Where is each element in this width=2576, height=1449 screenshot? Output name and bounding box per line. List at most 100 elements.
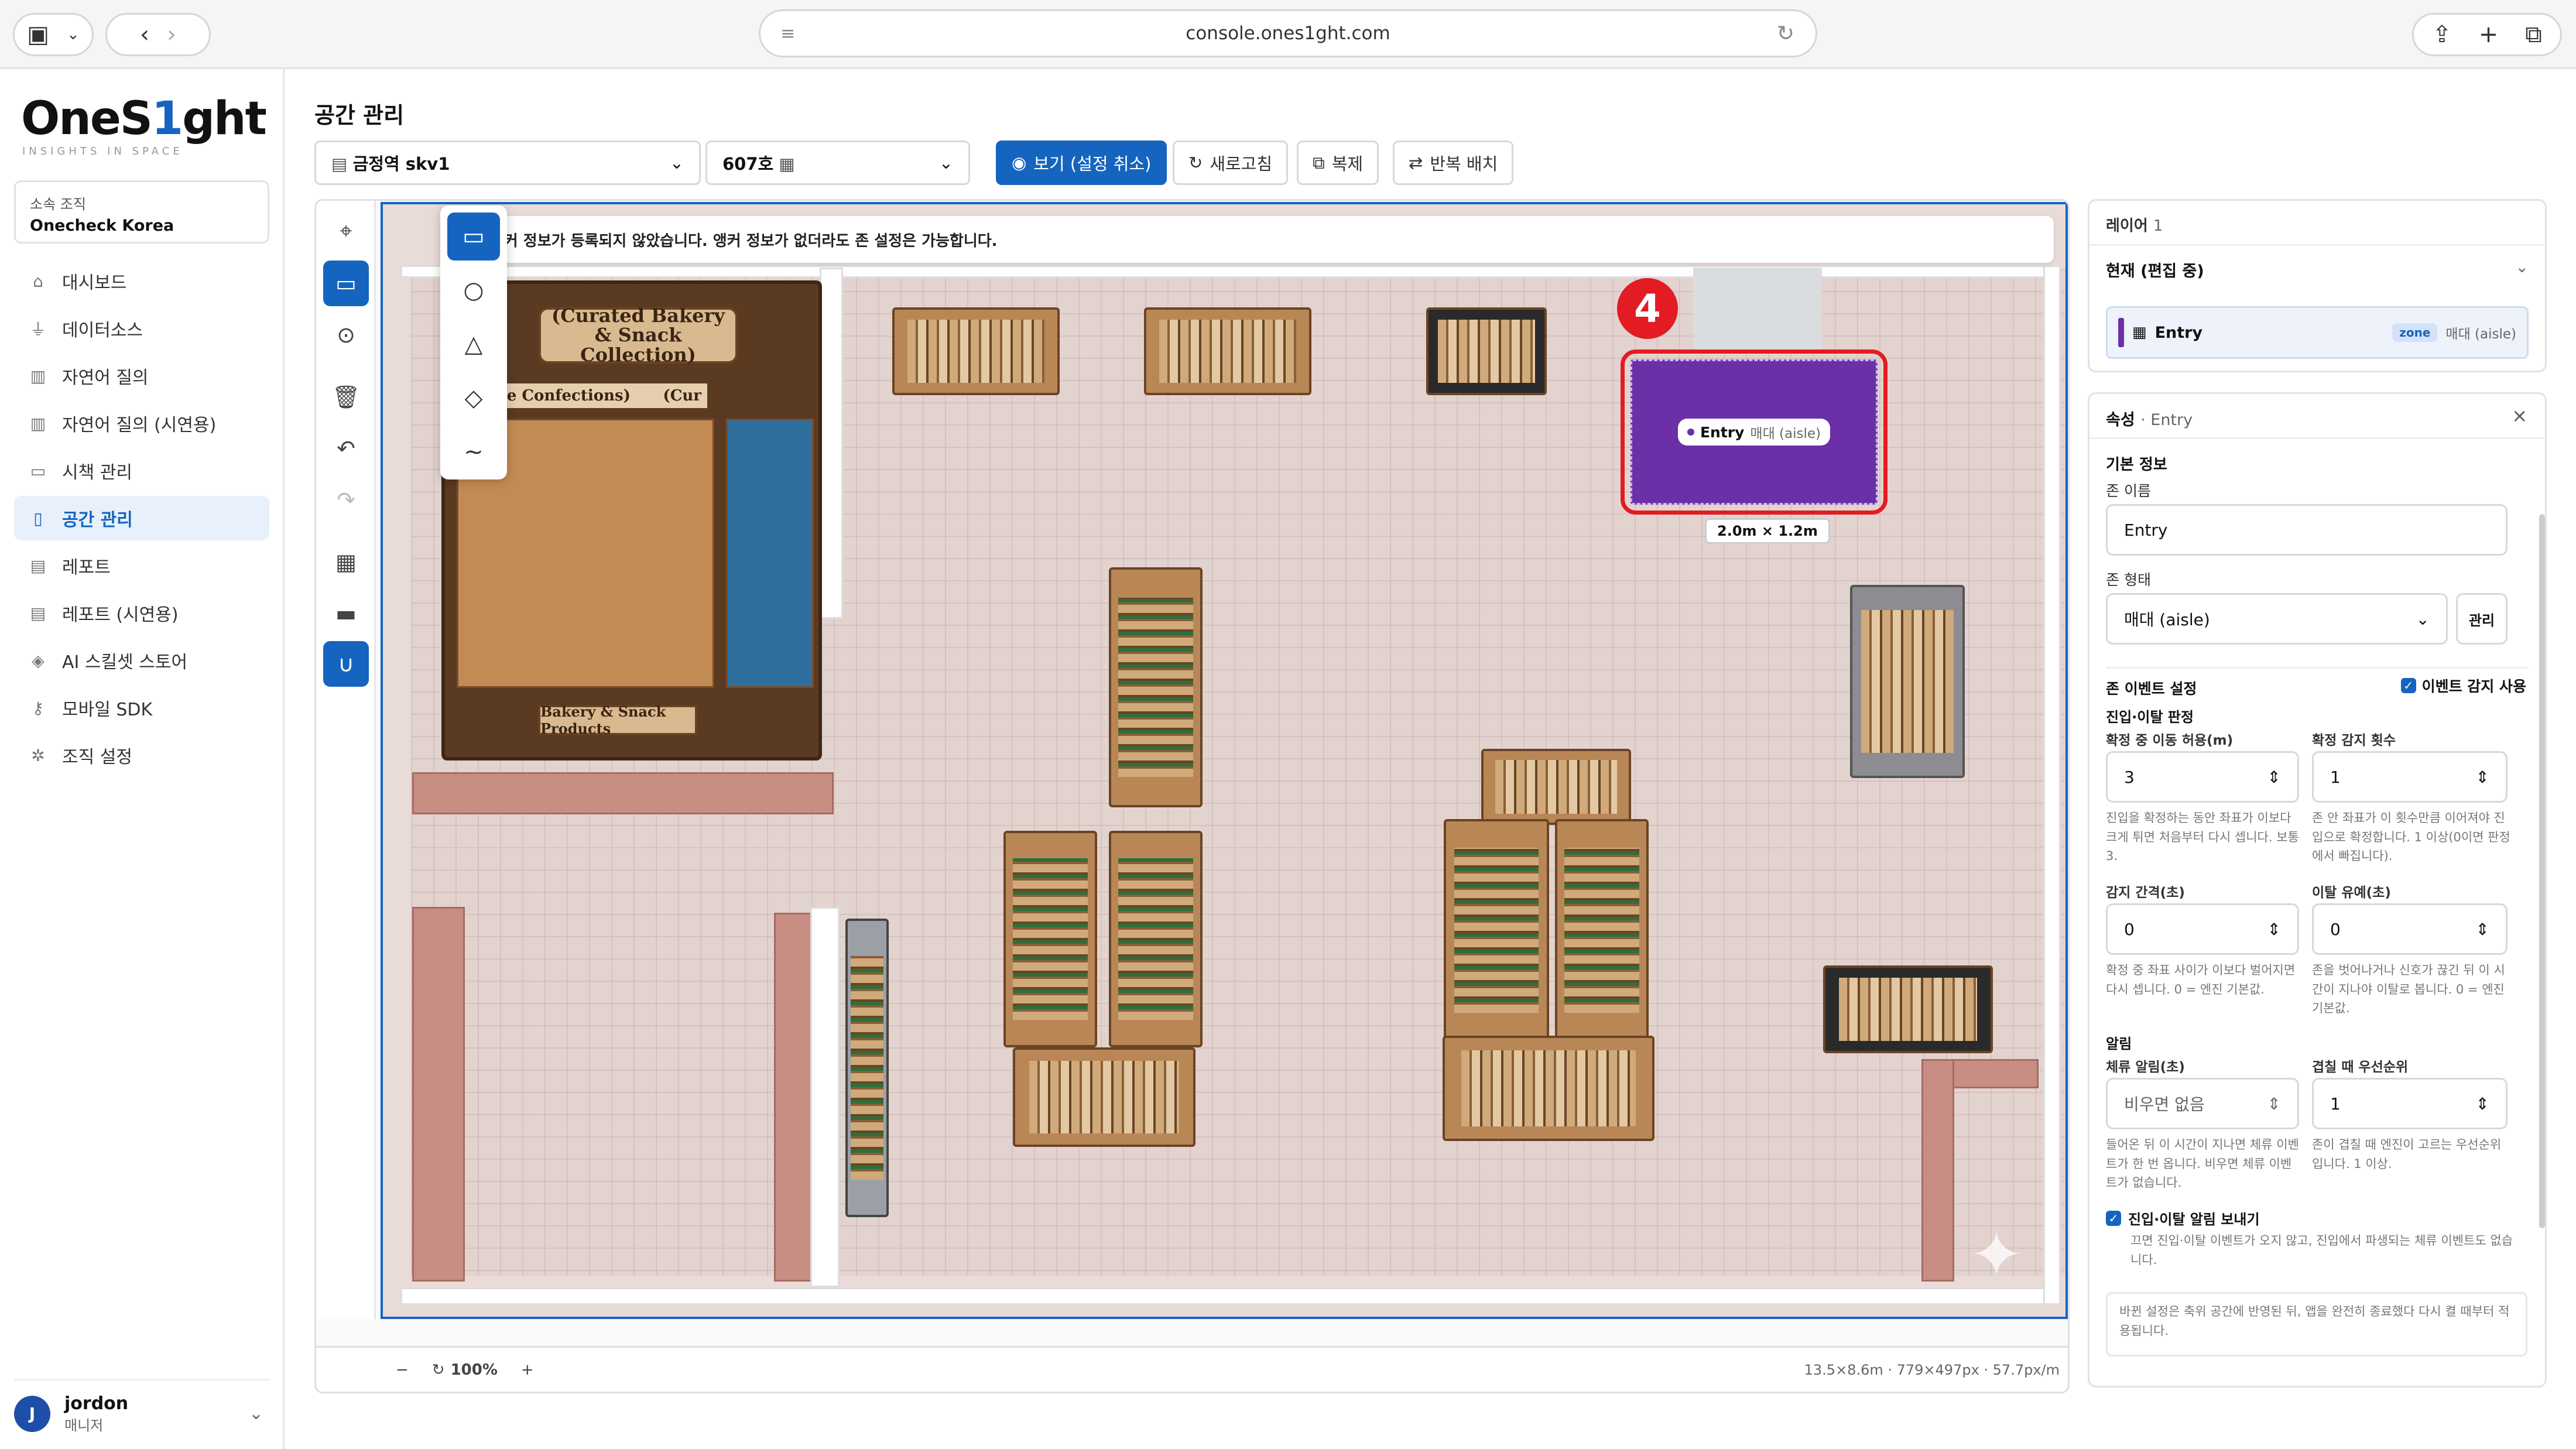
sidebar-item-8[interactable]: ▤ 레포트 (시연용) <box>14 591 269 635</box>
interval-stepper[interactable]: 0 ⇕ <box>2106 903 2299 955</box>
brand-logo[interactable]: OneS1ght <box>21 93 267 145</box>
redo-button[interactable]: ↷ <box>323 477 369 523</box>
circle-shape-button[interactable]: ○ <box>447 266 500 314</box>
stepper-icon: ⇕ <box>2267 919 2281 939</box>
address-bar[interactable]: ≡ console.ones1ght.com ↻ <box>759 9 1817 57</box>
view-cancel-button[interactable]: ◉ 보기 (설정 취소) <box>996 141 1167 185</box>
sidebar-item-10[interactable]: ⚷ 모바일 SDK <box>14 686 269 730</box>
forward-icon[interactable]: › <box>167 21 176 48</box>
org-value: Onecheck Korea <box>30 217 174 235</box>
reader-icon[interactable]: ≡ <box>780 23 795 44</box>
layers-title: 레이어 1 <box>2106 217 2163 235</box>
sidebar-item-label: 대시보드 <box>62 273 127 293</box>
sidebar-item-label: 자연어 질의 (시연용) <box>62 415 217 436</box>
back-icon[interactable]: ‹ <box>140 21 149 48</box>
shelf-unit <box>1109 831 1203 1047</box>
rect-shape-button[interactable]: ▭ <box>447 213 500 261</box>
detect-stepper[interactable]: 1 ⇕ <box>2312 751 2508 803</box>
magnet-icon: ∪ <box>338 651 354 677</box>
user-menu[interactable]: J jordon 매니저 ⌄ <box>14 1379 269 1437</box>
user-name: jordon <box>64 1393 129 1414</box>
pin-icon: ⊙ <box>337 322 355 348</box>
panel-scrollbar[interactable] <box>2539 514 2545 1228</box>
chevron-down-icon: ⌄ <box>938 153 953 173</box>
refresh-button[interactable]: ↻ 새로고침 <box>1173 141 1289 185</box>
event-detect-toggle[interactable]: ✓ 이벤트 감지 사용 <box>2400 675 2526 696</box>
events-heading: 존 이벤트 설정 <box>2106 680 2197 697</box>
send-alert-checkbox[interactable]: ✓ 진입·이탈 알림 보내기 <box>2106 1208 2260 1228</box>
move-hint: 진입을 확정하는 동안 좌표가 이보다 크게 튀면 처음부터 다시 셉니다. 보… <box>2106 811 2299 864</box>
wave-icon: ∼ <box>464 439 484 465</box>
layer-group-current[interactable]: 현재 (편집 중) ⌄ <box>2106 258 2529 281</box>
sidebar-item-11[interactable]: ✲ 조직 설정 <box>14 733 269 777</box>
manage-types-button[interactable]: 관리 <box>2456 593 2508 645</box>
undo-button[interactable]: ↶ <box>323 426 369 471</box>
anchor-tool[interactable]: ⊙ <box>323 312 369 358</box>
shape-flyout: ▭ ○ △ ◇ ∼ <box>440 205 507 479</box>
sidebar-item-1[interactable]: ⌂ 대시보드 <box>14 259 269 303</box>
share-icon[interactable]: ⇪ <box>2432 21 2452 48</box>
grace-stepper[interactable]: 0 ⇕ <box>2312 903 2508 955</box>
close-icon[interactable]: × <box>2512 405 2527 427</box>
document-icon: ▤ <box>30 603 46 623</box>
key-icon: ⚷ <box>32 698 44 718</box>
shelf-unit <box>1555 819 1649 1042</box>
zoom-in-button[interactable]: + <box>521 1361 534 1379</box>
floor-select[interactable]: 607호 ▦ ⌄ <box>705 141 970 185</box>
grid-toggle[interactable]: ▦ <box>323 539 369 585</box>
briefcase-icon: ▭ <box>30 461 46 481</box>
checkbox-checked-icon: ✓ <box>2106 1210 2121 1226</box>
bottom-wall <box>400 1287 2061 1305</box>
freeform-shape-button[interactable]: ∼ <box>447 428 500 476</box>
reload-icon[interactable]: ↻ <box>1777 22 1794 46</box>
zone-entry[interactable]: Entry 매대 (aisle) <box>1621 350 1888 515</box>
repeat-place-button[interactable]: ⇄ 반복 배치 <box>1393 141 1514 185</box>
basic-info-heading: 기본 정보 <box>2106 456 2167 474</box>
reset-zoom-icon[interactable]: ↻ <box>432 1361 445 1379</box>
eye-icon: ◉ <box>1012 153 1027 173</box>
sidebar-item-9[interactable]: ◈ AI 스킬셋 스토어 <box>14 638 269 683</box>
ruler-tool[interactable]: ▬ <box>323 591 369 636</box>
triangle-shape-button[interactable]: △ <box>447 320 500 368</box>
digital-signage <box>1823 965 1993 1053</box>
browser-toolbar: ▣ ⌄ ‹ › ≡ console.ones1ght.com ↻ ⇪ + ⧉ <box>0 0 2576 69</box>
move-stepper[interactable]: 3 ⇕ <box>2106 751 2299 803</box>
dwell-stepper[interactable]: 비우면 없음 ⇕ <box>2106 1078 2299 1129</box>
browser-actions: ⇪ + ⧉ <box>2412 13 2562 56</box>
sidebar-item-2[interactable]: ⏚ 데이터소스 <box>14 306 269 351</box>
zoom-out-button[interactable]: − <box>396 1361 409 1379</box>
tabs-overview-icon[interactable]: ⧉ <box>2525 21 2542 48</box>
map-icon: ▯ <box>33 508 43 528</box>
priority-hint: 존이 겹칠 때 엔진이 고르는 우선순위입니다. 1 이상. <box>2312 1138 2502 1171</box>
store-icon: ▦ <box>2132 324 2147 341</box>
new-tab-icon[interactable]: + <box>2479 21 2499 48</box>
delete-tool[interactable]: 🗑 <box>323 374 369 420</box>
dwell-label: 체류 알림(초) <box>2106 1060 2185 1075</box>
right-counter-side <box>1921 1059 1954 1282</box>
sidebar-item-7[interactable]: ▤ 레포트 <box>14 543 269 588</box>
copy-button[interactable]: ⧉ 복제 <box>1297 141 1379 185</box>
zone-tool[interactable]: ▭ <box>323 261 369 306</box>
zone-dot-icon <box>1687 429 1694 436</box>
zone-type-select[interactable]: 매대 (aisle) ⌄ <box>2106 593 2448 645</box>
layer-item-entry[interactable]: ▦ Entry zone 매대 (aisle) <box>2106 306 2529 359</box>
site-select[interactable]: ▤ 금정역 skv1 ⌄ <box>314 141 701 185</box>
org-selector[interactable]: 소속 조직 Onecheck Korea <box>14 180 269 244</box>
sidebar-item-3[interactable]: ▥ 자연어 질의 <box>14 354 269 398</box>
priority-stepper[interactable]: 1 ⇕ <box>2312 1078 2508 1129</box>
zone-name-label: 존 이름 <box>2106 482 2151 499</box>
sidebar-item-4[interactable]: ▥ 자연어 질의 (시연용) <box>14 401 269 446</box>
gear-icon: ✲ <box>31 745 45 765</box>
sidebar-toggle-button[interactable]: ▣ ⌄ <box>13 13 94 56</box>
diamond-shape-button[interactable]: ◇ <box>447 374 500 422</box>
select-tool[interactable]: ⌖ <box>323 208 369 254</box>
zone-size-label: 2.0m × 1.2m <box>1705 518 1830 544</box>
home-icon: ⌂ <box>33 271 43 291</box>
sidebar-item-6[interactable]: ▯ 공간 관리 <box>14 496 269 540</box>
menu-screen <box>1426 307 1547 395</box>
floor-plan-canvas[interactable]: 층에 앵커 정보가 등록되지 않았습니다. 앵커 정보가 없더라도 존 설정은 … <box>381 202 2068 1319</box>
sidebar-item-label: 모바일 SDK <box>62 700 153 720</box>
magnet-snap-toggle[interactable]: ∪ <box>323 641 369 687</box>
sidebar-item-5[interactable]: ▭ 시책 관리 <box>14 448 269 493</box>
zone-name-input[interactable]: Entry <box>2106 504 2508 556</box>
